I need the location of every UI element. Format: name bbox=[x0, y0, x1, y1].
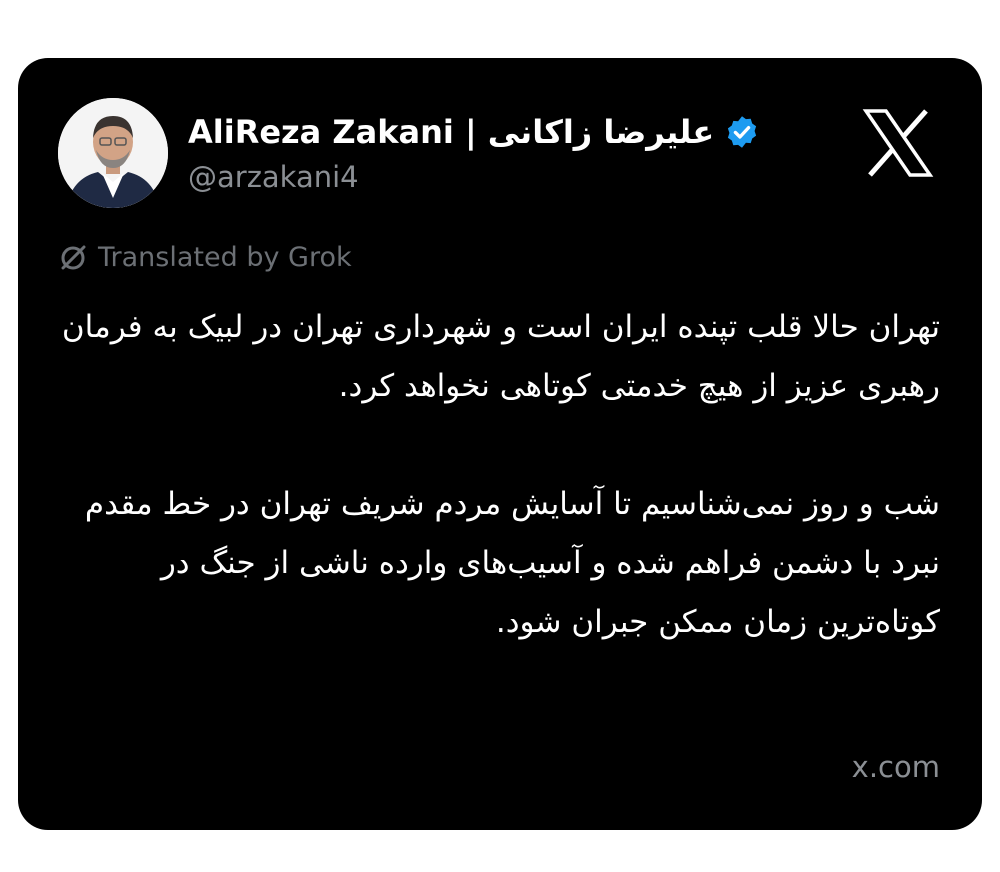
tweet-paragraph-1: تهران حالا قلب تپنده ایران است و شهرداری… bbox=[61, 309, 940, 404]
translated-by-label: Translated by Grok bbox=[98, 242, 352, 273]
author-name-row: AliReza Zakani | علیرضا زاکانی bbox=[188, 110, 760, 154]
grok-icon bbox=[61, 245, 86, 269]
source-link[interactable]: x.com bbox=[852, 750, 940, 784]
tweet-paragraph-2: شب و روز نمی‌شناسیم تا آسایش مردم شریف ت… bbox=[84, 486, 940, 640]
avatar-photo bbox=[58, 98, 168, 208]
verified-badge-icon bbox=[728, 116, 757, 148]
author-handle[interactable]: @arzakani4 bbox=[188, 160, 359, 194]
avatar[interactable] bbox=[58, 98, 168, 208]
tweet-card: AliReza Zakani | علیرضا زاکانی @arzakani… bbox=[18, 58, 982, 830]
x-logo-icon[interactable] bbox=[862, 108, 934, 178]
author-display-name[interactable]: AliReza Zakani | علیرضا زاکانی bbox=[188, 113, 714, 151]
tweet-text: تهران حالا قلب تپنده ایران است و شهرداری… bbox=[60, 298, 940, 652]
translation-notice: Translated by Grok bbox=[58, 242, 352, 273]
